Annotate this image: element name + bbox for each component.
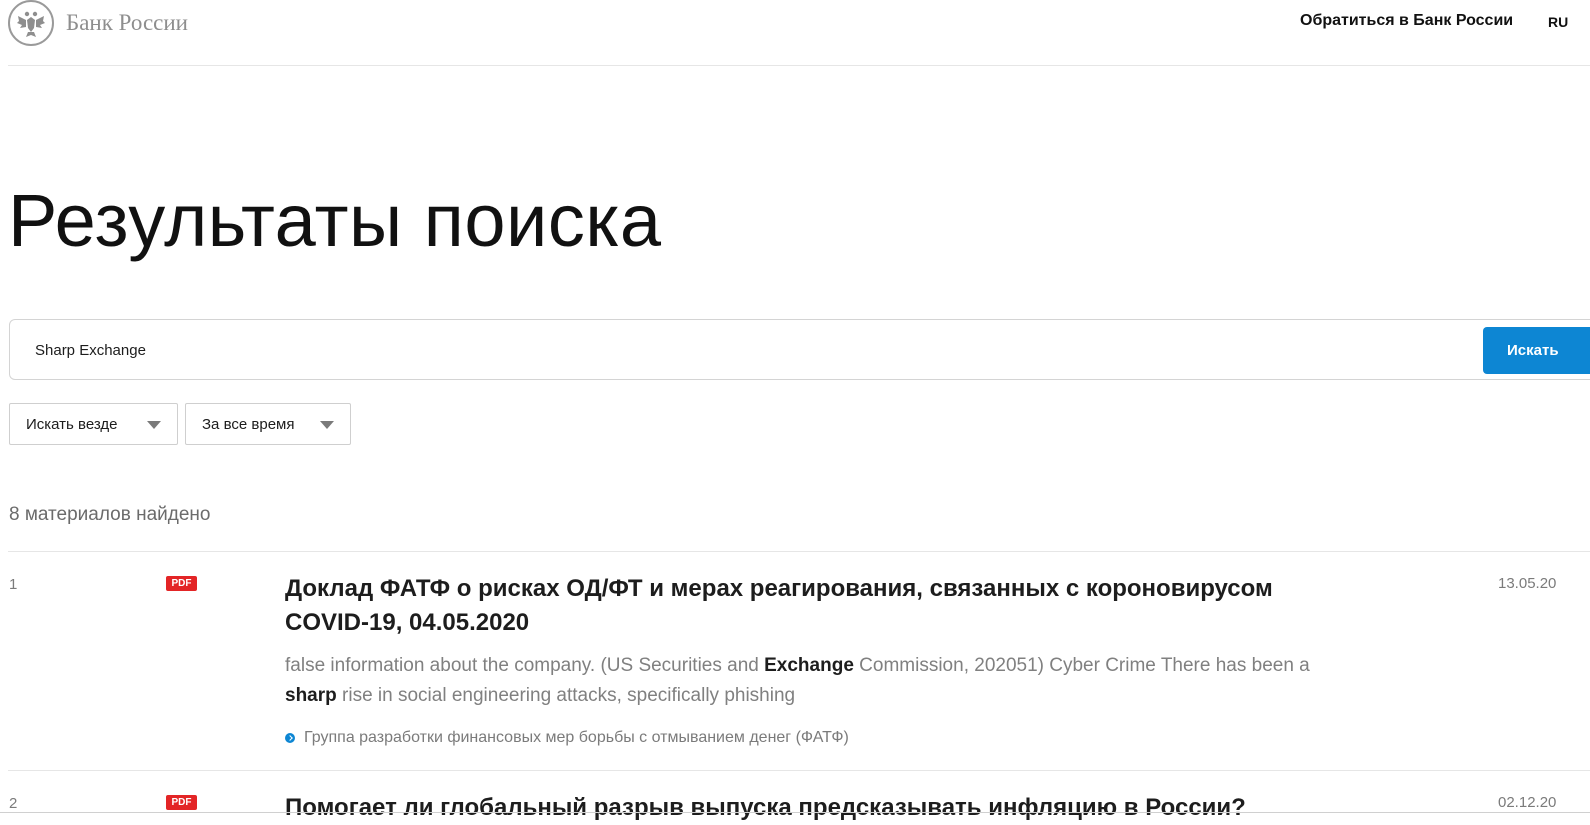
- search-box: [9, 319, 1590, 380]
- logo-text: Банк России: [66, 10, 188, 35]
- eagle-emblem-icon: [8, 0, 54, 46]
- scope-filter-label: Искать везде: [26, 416, 118, 433]
- chevron-down-icon: [147, 421, 161, 429]
- snippet-highlight: Exchange: [764, 655, 854, 676]
- logo[interactable]: Банк России: [8, 0, 188, 46]
- snippet-text: false information about the company. (US…: [285, 655, 765, 676]
- result-date: 13.05.20: [1498, 575, 1557, 592]
- result-title-link[interactable]: Помогает ли глобальный разрыв выпуска пр…: [285, 791, 1315, 825]
- contact-bank-link[interactable]: Обратиться в Банк России: [1300, 12, 1513, 30]
- results-count: 8 материалов найдено: [9, 504, 211, 525]
- pdf-badge: PDF: [166, 795, 197, 810]
- results-divider: [8, 551, 1590, 552]
- scope-filter-dropdown[interactable]: Искать везде: [9, 403, 178, 445]
- result-snippet: false information about the company. (US…: [285, 651, 1315, 711]
- result-divider: [8, 770, 1590, 771]
- period-filter-dropdown[interactable]: За все время: [185, 403, 351, 445]
- pdf-badge: PDF: [166, 576, 197, 591]
- result-source-label: Группа разработки финансовых мер борьбы …: [304, 729, 849, 746]
- search-button[interactable]: Искать: [1483, 327, 1590, 374]
- header: Банк России Обратиться в Банк России RU: [0, 0, 1590, 66]
- result-number: 2: [9, 795, 18, 812]
- result-date: 02.12.20: [1498, 794, 1557, 811]
- snippet-highlight: sharp: [285, 685, 337, 706]
- result-number: 1: [9, 576, 18, 593]
- arrow-circle-icon: [285, 733, 295, 743]
- chevron-down-icon: [320, 421, 334, 429]
- period-filter-label: За все время: [202, 416, 295, 433]
- result-title-link[interactable]: Доклад ФАТФ о рисках ОД/ФТ и мерах реаги…: [285, 572, 1315, 640]
- header-divider: [8, 65, 1590, 66]
- language-switcher[interactable]: RU: [1548, 14, 1568, 30]
- snippet-text: rise in social engineering attacks, spec…: [336, 685, 796, 706]
- result-source[interactable]: Группа разработки финансовых мер борьбы …: [285, 729, 849, 747]
- page-title: Результаты поиска: [8, 179, 662, 262]
- snippet-text: Commission, 202051) Cyber Crime There ha…: [853, 655, 1310, 676]
- viewport-edge: [0, 812, 1590, 813]
- search-input[interactable]: [33, 341, 1437, 360]
